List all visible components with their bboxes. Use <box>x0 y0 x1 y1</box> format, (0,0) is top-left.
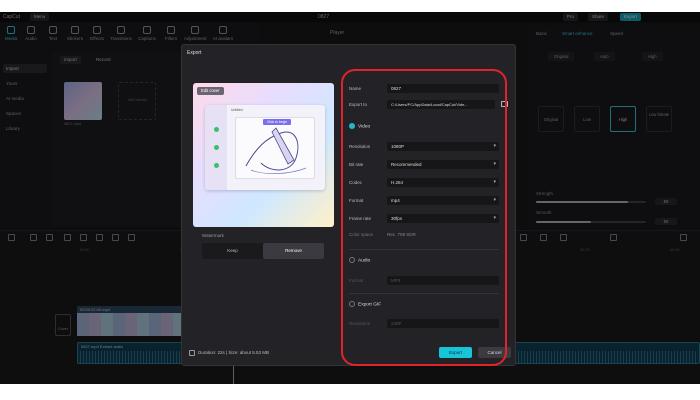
check-icon <box>214 145 219 150</box>
keep-option[interactable]: Keep <box>202 243 263 259</box>
preview-canvas <box>235 117 315 179</box>
preview-window: Untitled Click to begin <box>205 105 325 190</box>
preview-sidebar <box>205 105 227 190</box>
watermark-toggle[interactable]: Keep Remove <box>202 243 324 259</box>
duration-info: Duration: 22s | Size: about 5.53 MB <box>189 350 269 356</box>
capcut-window: CapCut Menu 0827 Pro Share Export Media … <box>0 12 700 384</box>
duration-text: Duration: 22s | Size: about 5.53 MB <box>198 350 269 356</box>
preview-caption: Click to begin <box>263 119 291 125</box>
check-icon <box>214 163 219 168</box>
remove-option[interactable]: Remove <box>263 243 324 259</box>
dialog-title: Export <box>187 50 202 56</box>
preview-window-title: Untitled <box>231 108 243 112</box>
edit-cover-button[interactable]: Edit cover <box>197 87 224 95</box>
cover-preview: Edit cover Untitled Click to begin <box>193 83 334 227</box>
watermark-label: Watermark <box>202 233 224 238</box>
check-icon <box>214 127 219 132</box>
info-icon <box>189 350 195 356</box>
annotation-highlight <box>341 69 507 366</box>
sketch-drawing <box>245 127 307 174</box>
